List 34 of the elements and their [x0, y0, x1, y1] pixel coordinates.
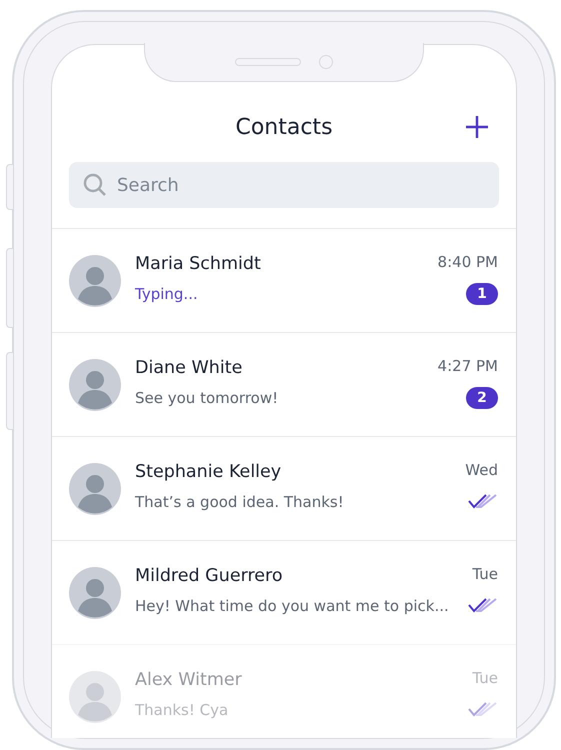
avatar-icon: [69, 255, 121, 307]
message-preview: Typing...: [135, 285, 199, 303]
message-preview: See you tomorrow!: [135, 389, 280, 407]
contact-name: Stephanie Kelley: [135, 462, 282, 482]
avatar-icon: [69, 567, 121, 619]
contact-row[interactable]: Stephanie Kelley That’s a good idea. Thanks! Wed: [52, 436, 516, 540]
avatar-icon: [69, 671, 121, 723]
contact-row[interactable]: Maria Schmidt Typing... 8:40 PM 1: [52, 228, 516, 332]
contact-name: Alex Witmer: [135, 670, 243, 690]
camera-icon: [319, 55, 333, 69]
message-time: Wed: [465, 461, 498, 479]
speaker-icon: [235, 58, 301, 66]
message-time: Tue: [472, 565, 498, 583]
unread-count: 2: [466, 387, 498, 409]
message-time: 4:27 PM: [438, 357, 498, 375]
message-preview: Hey! What time do you want me to pick...: [135, 597, 450, 615]
message-preview: That’s a good idea. Thanks!: [135, 493, 345, 511]
double-check-icon: [468, 493, 498, 509]
message-time: 8:40 PM: [438, 253, 498, 271]
message-preview: Thanks! Cya: [135, 701, 230, 719]
double-check-icon: [468, 597, 498, 613]
avatar-icon: [69, 463, 121, 515]
add-icon[interactable]: [465, 115, 489, 139]
unread-count: 1: [466, 283, 498, 305]
avatar-icon: [69, 359, 121, 411]
contact-row[interactable]: Mildred Guerrero Hey! What time do you want me to pick... Tue: [52, 540, 516, 644]
contact-row[interactable]: Diane White See you tomorrow! 4:27 PM 2: [52, 332, 516, 436]
double-check-icon: [468, 701, 498, 717]
screen-title: Contacts: [235, 115, 333, 140]
contact-name: Mildred Guerrero: [135, 566, 284, 586]
search-field[interactable]: Search: [69, 162, 499, 208]
message-time: Tue: [472, 669, 498, 687]
contact-name: Maria Schmidt: [135, 254, 262, 274]
contact-name: Diane White: [135, 358, 244, 378]
